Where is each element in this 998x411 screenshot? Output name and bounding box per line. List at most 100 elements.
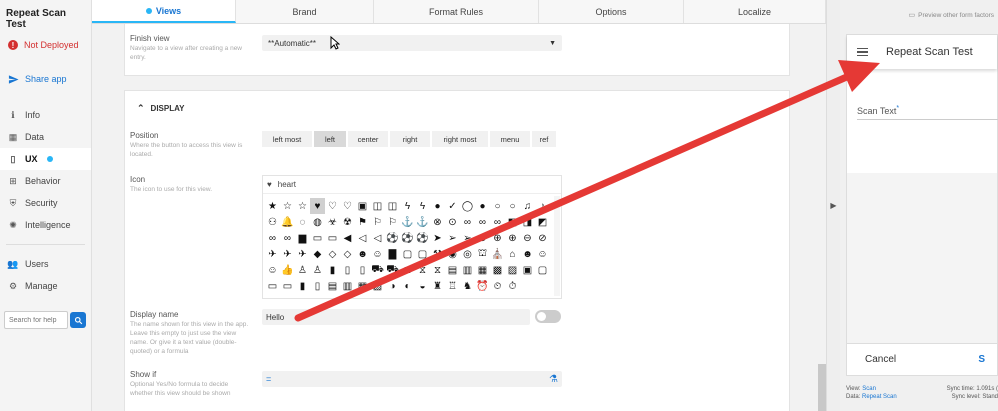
binoculars-icon[interactable]: ∞ — [460, 214, 475, 230]
bell-outline-icon[interactable]: ◍ — [310, 214, 325, 230]
table-icon[interactable]: ▤ — [445, 262, 460, 278]
eye-outline-icon[interactable]: ◎ — [460, 246, 475, 262]
bolt-outline-icon[interactable]: ϟ — [415, 198, 430, 214]
check-circle-icon[interactable]: ● — [430, 198, 445, 214]
cube-icon[interactable]: ▣ — [355, 198, 370, 214]
alarm-outline-icon[interactable]: ⏱ — [505, 278, 520, 294]
users-outline-icon[interactable]: ☺ — [370, 246, 385, 262]
view-link[interactable]: Scan — [862, 386, 876, 392]
anchor-icon[interactable]: ⚓ — [400, 214, 415, 230]
soccer-outline-icon[interactable]: ⚽ — [415, 230, 430, 246]
megaphone-outline-icon[interactable]: ◁ — [355, 230, 370, 246]
chess-icon[interactable]: ♜ — [430, 278, 445, 294]
megaphone-icon[interactable]: ◀ — [340, 230, 355, 246]
bell-icon[interactable]: 🔔 — [280, 214, 295, 230]
bulb-outline-icon[interactable]: ○ — [490, 198, 505, 214]
hourglass-outline-icon[interactable]: ⧖ — [415, 262, 430, 278]
display-section-toggle[interactable]: ⌃ DISPLAY — [137, 103, 184, 114]
hourglass-icon[interactable]: ⧗ — [400, 262, 415, 278]
sidebar-item-behavior[interactable]: ⊞ Behavior — [0, 170, 91, 192]
deploy-status[interactable]: ! Not Deployed — [0, 34, 91, 56]
film-outline-icon[interactable]: ▨ — [505, 262, 520, 278]
bank-outline-icon[interactable]: ⛪ — [490, 246, 505, 262]
ticket-outline-icon[interactable]: ▥ — [340, 278, 355, 294]
collapse-preview-handle[interactable]: ▶ — [826, 0, 840, 411]
position-option[interactable]: left most — [262, 131, 312, 147]
megaphone-outline-icon[interactable]: ◁ — [370, 230, 385, 246]
scan-text-input[interactable] — [857, 119, 998, 120]
help-search-button[interactable] — [70, 312, 86, 328]
bus-outline-icon[interactable]: ▢ — [400, 246, 415, 262]
plane-icon[interactable]: ✈ — [265, 246, 280, 262]
moon-outline-icon[interactable]: ◒ — [415, 278, 430, 294]
display-name-toggle[interactable] — [535, 310, 561, 323]
briefcase-outline-icon[interactable]: ◩ — [535, 214, 550, 230]
position-option[interactable]: ref — [532, 131, 556, 147]
suitcase-outline-icon[interactable]: ▯ — [340, 262, 355, 278]
display-name-input[interactable]: Hello — [262, 309, 530, 325]
bolt-icon[interactable]: ϟ — [400, 198, 415, 214]
flag-outline-icon[interactable]: ⚐ — [385, 214, 400, 230]
send-outline-icon[interactable]: ➢ — [460, 230, 475, 246]
briefcase-outline-icon[interactable]: ◨ — [520, 214, 535, 230]
icon-search-field[interactable]: ♥ heart — [263, 176, 561, 194]
users-icon[interactable]: ☻ — [355, 246, 370, 262]
flag-outline-icon[interactable]: ⚐ — [370, 214, 385, 230]
bank-outline-icon[interactable]: ⌂ — [505, 246, 520, 262]
table-outline-icon[interactable]: ▥ — [460, 262, 475, 278]
briefcase-outline-icon[interactable]: ▭ — [310, 230, 325, 246]
binoculars-outline-icon[interactable]: ∞ — [490, 214, 505, 230]
position-option[interactable]: left — [314, 131, 346, 147]
sidebar-item-security[interactable]: ⛨ Security — [0, 192, 91, 214]
sidebar-item-manage[interactable]: ⚙ Manage — [0, 275, 91, 297]
moon-outline-icon[interactable]: ◐ — [400, 278, 415, 294]
contact-outline-icon[interactable]: ▯ — [310, 278, 325, 294]
ticket-icon[interactable]: ▤ — [325, 278, 340, 294]
bus-outline-icon[interactable]: ▢ — [415, 246, 430, 262]
star-outline-icon[interactable]: ☆ — [295, 198, 310, 214]
image-icon[interactable]: ▣ — [520, 262, 535, 278]
sidebar-item-info[interactable]: ℹ Info — [0, 104, 91, 126]
alarm-icon[interactable]: ⏰ — [475, 278, 490, 294]
heart-outline-icon[interactable]: ♡ — [325, 198, 340, 214]
tag-icon[interactable]: ◆ — [310, 246, 325, 262]
tab-format-rules[interactable]: Format Rules — [374, 0, 539, 23]
suitcase-outline-icon[interactable]: ▯ — [355, 262, 370, 278]
heart-icon[interactable]: ♥ — [310, 198, 325, 214]
soccer-outline-icon[interactable]: ⚽ — [400, 230, 415, 246]
tab-localize[interactable]: Localize — [684, 0, 826, 23]
bulb-icon[interactable]: ● — [475, 198, 490, 214]
bulb-icon[interactable]: ⚇ — [265, 214, 280, 230]
calendar-outline-icon[interactable]: ▧ — [370, 278, 385, 294]
binoculars-outline-icon[interactable]: ∞ — [475, 214, 490, 230]
truck-icon[interactable]: ⛟ — [370, 262, 385, 278]
bell-outline-icon[interactable]: ◌ — [295, 214, 310, 230]
tags-outline-icon[interactable]: ◇ — [340, 246, 355, 262]
life-ring-icon[interactable]: ⊗ — [430, 214, 445, 230]
briefcase-outline-icon[interactable]: ▭ — [325, 230, 340, 246]
thumbs-up-outline-icon[interactable]: ♙ — [310, 262, 325, 278]
show-if-input[interactable]: = ⚗ — [262, 371, 562, 387]
alarm-outline-icon[interactable]: ⏲ — [490, 278, 505, 294]
calendar-icon[interactable]: ▦ — [355, 278, 370, 294]
plane-outline-icon[interactable]: ✈ — [295, 246, 310, 262]
share-app-button[interactable]: Share app — [0, 68, 91, 90]
heart-outline-icon[interactable]: ♡ — [340, 198, 355, 214]
cube-outline-icon[interactable]: ◫ — [370, 198, 385, 214]
binoculars-outline-icon[interactable]: ∞ — [280, 230, 295, 246]
sidebar-item-data[interactable]: ▦ Data — [0, 126, 91, 148]
plane-outline-icon[interactable]: ✈ — [280, 246, 295, 262]
data-link[interactable]: Repeat Scan — [862, 394, 897, 400]
hourglass-outline-icon[interactable]: ⧖ — [430, 262, 445, 278]
thumbs-up-icon[interactable]: 👍 — [280, 262, 295, 278]
send-outline-icon[interactable]: ➢ — [445, 230, 460, 246]
eye-icon[interactable]: ◉ — [445, 246, 460, 262]
anchor-outline-icon[interactable]: ⚓ — [415, 214, 430, 230]
film-icon[interactable]: ▩ — [490, 262, 505, 278]
gavel-icon[interactable]: ⚒ — [430, 246, 445, 262]
star-outline-icon[interactable]: ☆ — [280, 198, 295, 214]
soccer-icon[interactable]: ⚽ — [385, 230, 400, 246]
smile-outline-icon[interactable]: ☺ — [535, 246, 550, 262]
finish-view-select[interactable]: **Automatic** ▼ — [262, 35, 562, 51]
sidebar-item-intelligence[interactable]: ✺ Intelligence — [0, 214, 91, 236]
